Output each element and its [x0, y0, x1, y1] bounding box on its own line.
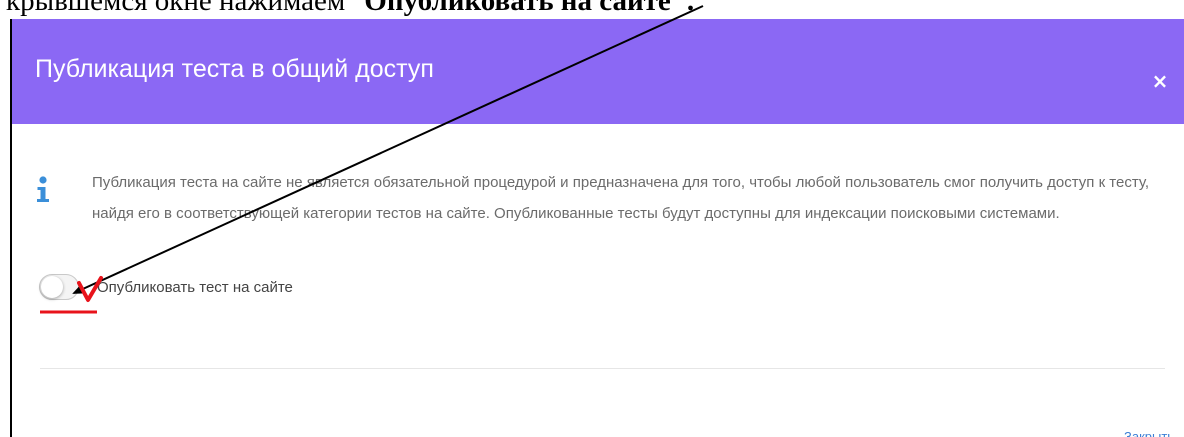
close-icon[interactable]: ×	[1150, 71, 1170, 91]
document-text-before: крывшемся окне нажимаем "	[6, 0, 365, 17]
publish-modal: Публикация теста в общий доступ × Публик…	[10, 19, 1184, 437]
document-text-line: крывшемся окне нажимаем "Опубликовать на…	[6, 0, 1176, 21]
info-text: Публикация теста на сайте не является об…	[92, 174, 1150, 222]
document-text-bold: Опубликовать на сайте	[364, 0, 671, 17]
footer-divider	[40, 368, 1165, 369]
info-icon	[37, 176, 49, 202]
document-text-after: ".	[670, 0, 695, 17]
publish-toggle-label[interactable]: Опубликовать тест на сайте	[97, 278, 293, 298]
close-link[interactable]: Закрыть	[1124, 429, 1174, 437]
publish-toggle[interactable]	[39, 274, 79, 300]
modal-header: Публикация теста в общий доступ ×	[12, 19, 1184, 124]
modal-title: Публикация теста в общий доступ	[35, 55, 434, 83]
toggle-knob	[41, 276, 63, 298]
